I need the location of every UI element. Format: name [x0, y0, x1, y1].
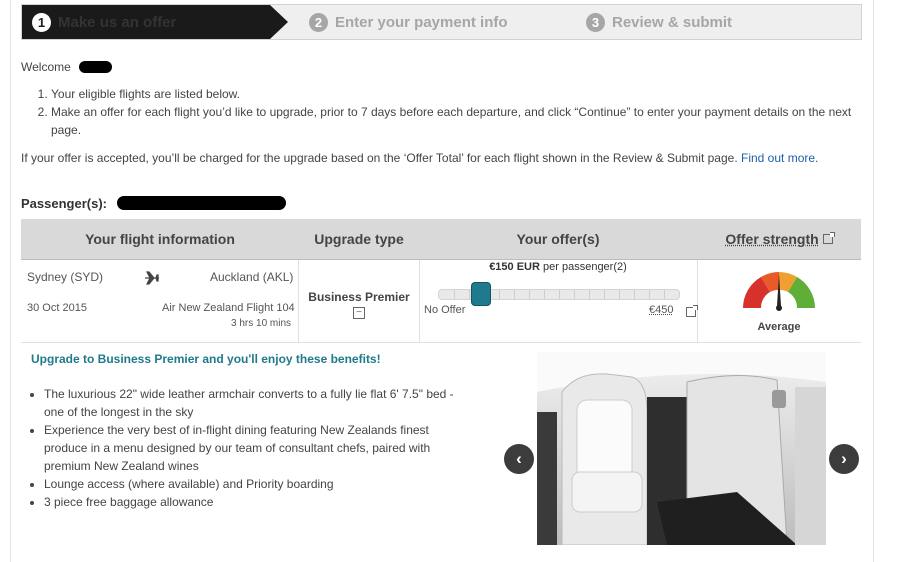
- slider-tick: [499, 290, 500, 299]
- redacted-name: [79, 61, 112, 73]
- flight-duration: 3 hrs 10 mins: [231, 318, 292, 329]
- step-number-2: 2: [309, 12, 328, 32]
- slider-max-label[interactable]: €450: [649, 304, 673, 316]
- step-label-1: Make us an offer: [58, 13, 177, 31]
- progress-steps: 1 Make us an offer 2 Enter your payment …: [21, 4, 862, 40]
- header-upgrade-type: Upgrade type: [314, 231, 404, 247]
- benefit-item: 3 piece free baggage allowance: [44, 493, 474, 511]
- offer-amount: €150 EUR: [489, 261, 540, 273]
- offer-strength-label[interactable]: Offer strength: [725, 231, 818, 247]
- benefit-item: Experience the very best of in-flight di…: [44, 421, 474, 475]
- header-offer-strength[interactable]: Offer strength: [697, 219, 861, 259]
- notice-text: If your offer is accepted, you’ll be cha…: [21, 151, 738, 165]
- offer-strength-gauge: [743, 272, 815, 311]
- redacted-passenger-names: [117, 196, 286, 210]
- slider-tick: [589, 290, 590, 299]
- flights-table-header: Your flight information Upgrade type You…: [21, 219, 861, 260]
- offer-slider-handle[interactable]: [471, 282, 491, 306]
- benefits-list: The luxurious 22" wide leather armchair …: [27, 385, 474, 511]
- slider-tick: [604, 290, 605, 299]
- benefit-item: The luxurious 22" wide leather armchair …: [44, 385, 474, 421]
- slider-tick: [469, 290, 470, 299]
- external-link-icon[interactable]: [686, 305, 698, 317]
- external-link-icon[interactable]: [822, 232, 835, 244]
- flight-destination: Auckland (AKL): [210, 270, 294, 284]
- offer-notice: If your offer is accepted, you’ll be cha…: [21, 149, 851, 167]
- slider-tick: [634, 290, 635, 299]
- slider-tick: [514, 290, 515, 299]
- carousel-next-button[interactable]: ›: [829, 444, 859, 474]
- step-1-arrow: [270, 5, 288, 39]
- flight-origin: Sydney (SYD): [27, 270, 104, 284]
- airplane-icon: [145, 271, 159, 285]
- slider-tick: [454, 290, 455, 299]
- benefit-item: Lounge access (where available) and Prio…: [44, 475, 474, 493]
- slider-tick: [619, 290, 620, 299]
- instruction-item: Make an offer for each flight you’d like…: [51, 103, 861, 139]
- offer-strength-value: Average: [757, 321, 801, 333]
- find-out-more-link[interactable]: Find out more.: [741, 151, 818, 165]
- carousel-prev-button[interactable]: ‹: [504, 444, 534, 474]
- flight-name: Air New Zealand Flight 104: [162, 302, 295, 314]
- welcome-text: Welcome: [21, 60, 71, 74]
- step-number-1: 1: [32, 12, 51, 32]
- step-make-offer: 1 Make us an offer: [32, 5, 176, 39]
- instruction-item: Your eligible flights are listed below.: [51, 85, 861, 103]
- slider-min-label: No Offer: [424, 304, 466, 316]
- collapse-icon[interactable]: −: [353, 307, 365, 319]
- step-payment-info: 2 Enter your payment info: [309, 5, 508, 39]
- slider-tick: [649, 290, 650, 299]
- step-label-3: Review & submit: [612, 13, 733, 31]
- upgrade-type-value: Business Premier: [308, 290, 410, 304]
- slider-tick: [529, 290, 530, 299]
- step-number-3: 3: [586, 12, 605, 32]
- passengers-label: Passenger(s):: [21, 196, 107, 211]
- step-label-2: Enter your payment info: [335, 13, 508, 31]
- header-your-offers: Your offer(s): [516, 231, 600, 247]
- slider-tick: [559, 290, 560, 299]
- step-review-submit: 3 Review & submit: [586, 5, 732, 39]
- seat-image: [537, 352, 826, 545]
- slider-tick: [574, 290, 575, 299]
- offer-per-passenger: per passenger(2): [543, 261, 627, 273]
- offer-amount-line: €150 EUR per passenger(2): [420, 261, 696, 273]
- gauge-hub: [776, 305, 782, 311]
- slider-tick: [664, 290, 665, 299]
- header-flight-info: Your flight information: [85, 231, 235, 247]
- flight-date: 30 Oct 2015: [27, 302, 87, 314]
- business-premier-seat-photo: [537, 352, 826, 545]
- instructions: Your eligible flights are listed below. …: [21, 85, 861, 139]
- slider-tick: [544, 290, 545, 299]
- column-divider: [697, 260, 698, 342]
- benefits-title: Upgrade to Business Premier and you'll e…: [31, 352, 381, 366]
